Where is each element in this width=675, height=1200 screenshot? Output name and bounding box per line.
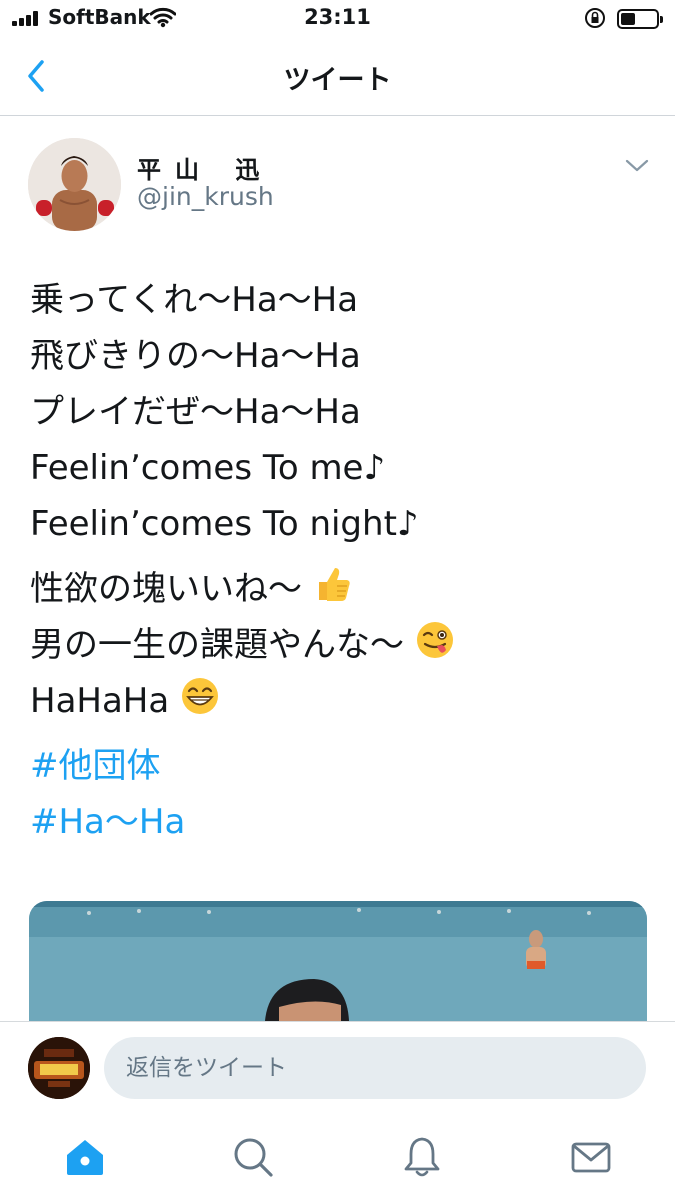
tweet-line: Feelin’comes To night♪ — [30, 504, 419, 544]
tweet-line: 乗ってくれ〜Ha〜Ha — [30, 280, 359, 320]
tweet-line: プレイだぜ〜Ha〜Ha — [30, 392, 361, 432]
reply-bar: 返信をツイート — [0, 1021, 675, 1116]
tweet-line: 男の一生の課題やんな〜 — [30, 625, 404, 665]
author-name[interactable]: 平山 迅 — [137, 150, 273, 185]
thumbs-up-emoji-icon — [318, 568, 350, 601]
page-title: ツイート — [283, 65, 392, 96]
reply-input[interactable]: 返信をツイート — [104, 1037, 646, 1099]
rotation-lock-icon — [585, 8, 605, 28]
tweet-line-with-emoji: HaHaHa — [30, 673, 650, 729]
navigation-bar: ツイート — [0, 38, 675, 116]
tweet-line: 飛びきりの〜Ha〜Ha — [30, 336, 361, 376]
chevron-down-icon[interactable] — [624, 158, 650, 174]
tweet-line-with-emoji: 男の一生の課題やんな〜 — [30, 617, 650, 673]
status-bar: SoftBank 23:11 — [0, 0, 675, 38]
tweet-line: 性欲の塊いいね〜 — [30, 569, 302, 609]
author-avatar[interactable] — [28, 138, 121, 231]
tab-bar — [0, 1115, 675, 1200]
clock: 23:11 — [304, 5, 371, 29]
home-icon[interactable] — [63, 1135, 107, 1179]
hashtag-link[interactable]: #他団体 — [30, 738, 650, 794]
tweet-line: HaHaHa — [30, 681, 170, 721]
user-avatar[interactable] — [28, 1037, 90, 1099]
author-handle[interactable]: @jin_krush — [137, 182, 274, 211]
hashtag-link[interactable]: #Ha〜Ha — [30, 794, 650, 850]
battery-icon — [617, 9, 663, 29]
tweet-photo[interactable] — [29, 901, 647, 1021]
tweet-line-with-emoji: 性欲の塊いいね〜 — [30, 561, 650, 617]
bell-icon[interactable] — [400, 1135, 444, 1179]
search-icon[interactable] — [231, 1135, 275, 1179]
winking-tongue-emoji-icon — [416, 622, 453, 658]
grinning-emoji-icon — [182, 678, 219, 714]
tweet-text: 乗ってくれ〜Ha〜Ha 飛びきりの〜Ha〜Ha プレイだぜ〜Ha〜Ha Feel… — [30, 272, 650, 850]
mail-icon[interactable] — [569, 1135, 613, 1179]
tweet-line: Feelin’comes To me♪ — [30, 448, 386, 488]
